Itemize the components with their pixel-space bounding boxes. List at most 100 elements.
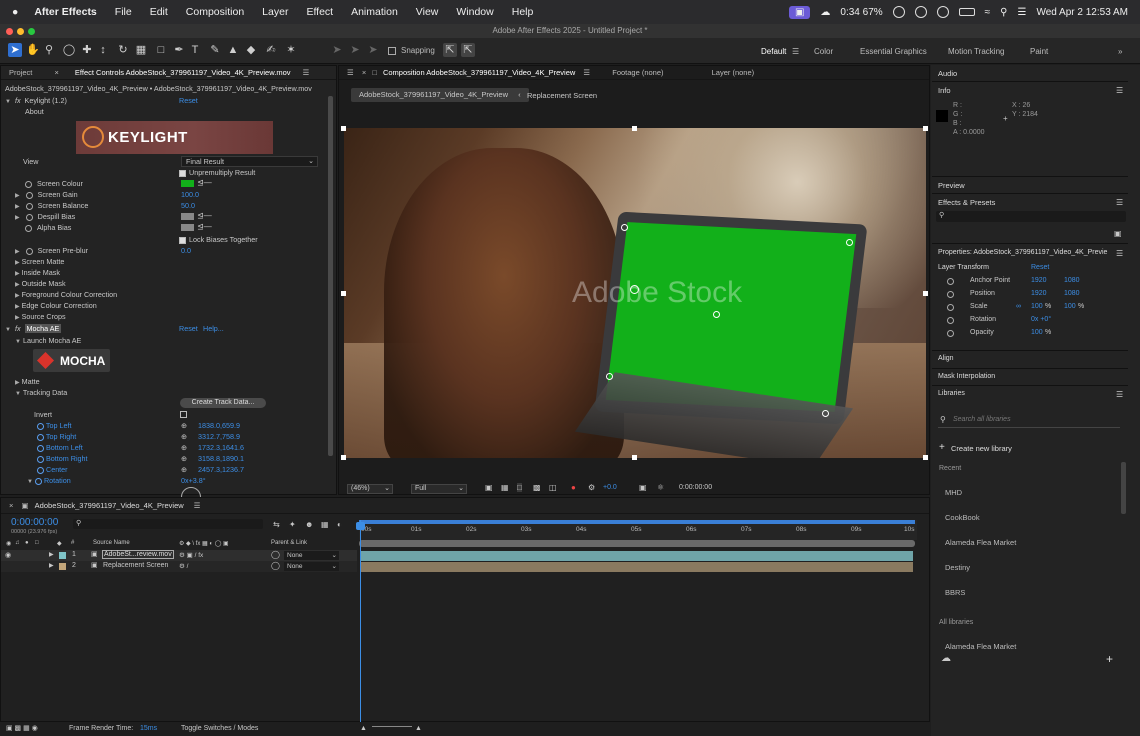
anchor-point-crosshair[interactable] <box>630 285 639 294</box>
panel-menu-icon[interactable]: ☰ <box>303 68 310 77</box>
snapshot-camera-icon[interactable]: ▣ <box>639 483 647 492</box>
view-dropdown[interactable]: Final Result ⌄ <box>181 156 318 167</box>
pen-tool-icon[interactable]: ✒ <box>172 43 186 57</box>
timeline-comp-tab[interactable]: AdobeStock_379961197_Video_4K_Preview <box>35 501 184 510</box>
footer-render-icon[interactable]: ▣ ▩ ▦ ◉ <box>6 722 38 736</box>
stopwatch-icon[interactable] <box>37 466 44 474</box>
stopwatch-icon[interactable] <box>37 455 44 463</box>
list-item[interactable]: Alameda Flea Market <box>945 642 1016 651</box>
control-center-icon[interactable]: ☰ <box>1017 7 1026 18</box>
eyedropper-icon[interactable]: ⊴— <box>197 211 212 220</box>
axis-view-icon[interactable]: ➤ <box>366 43 380 57</box>
keylight-effect-header[interactable]: ▼ fx Keylight (1.2) <box>5 95 67 106</box>
layer-switches-icons[interactable]: ⚙ / <box>179 562 188 570</box>
fg-colour-group[interactable]: ▶ Foreground Colour Correction <box>15 289 117 300</box>
timeline-scroll-bar[interactable] <box>359 540 915 547</box>
bottom-right-value[interactable]: 3158.8,1890.1 <box>198 453 244 464</box>
dolly-tool-icon[interactable]: ↕ <box>96 43 110 57</box>
color-channels-icon[interactable]: ● <box>571 483 576 492</box>
panel-menu-icon[interactable]: ☰ <box>1116 86 1123 95</box>
lock-biases-row[interactable]: Lock Biases Together <box>179 234 258 245</box>
app-menu[interactable]: After Effects <box>34 6 96 18</box>
layer-handle[interactable] <box>341 126 346 131</box>
position-y-value[interactable]: 1080 <box>1064 290 1080 297</box>
expand-triangle-icon[interactable]: ▶ <box>49 562 54 569</box>
draft-3d-icon[interactable]: ✦ <box>289 520 296 529</box>
crosshair-icon[interactable]: ⊕ <box>181 431 187 442</box>
panel-menu-icon[interactable]: ☰ <box>1116 249 1123 258</box>
label-color-swatch[interactable] <box>59 552 66 559</box>
exposure-value[interactable]: +0.0 <box>603 484 617 491</box>
datetime[interactable]: Wed Apr 2 12:53 AM <box>1036 7 1128 18</box>
pan-tool-icon[interactable]: ✚ <box>80 43 94 57</box>
layer-name[interactable]: AdobeSt...review.mov <box>102 550 174 559</box>
lock-icon[interactable]: □ <box>372 68 377 77</box>
mocha-effect-header[interactable]: ▼ fx Mocha AE <box>5 323 62 334</box>
tab-composition[interactable]: Composition AdobeStock_379961197_Video_4… <box>383 68 575 77</box>
expand-triangle-icon[interactable]: ▶ <box>15 380 20 386</box>
bottom-left-value[interactable]: 1732.3,1641.6 <box>198 442 244 453</box>
matte-group[interactable]: ▶ Matte <box>15 376 40 387</box>
frame-blending-icon[interactable]: ▦ <box>321 520 329 529</box>
tab-layer[interactable]: Layer (none) <box>712 68 755 77</box>
preview-panel-header[interactable]: Preview <box>938 181 965 190</box>
libraries-header[interactable]: Libraries <box>938 390 965 397</box>
rectangle-tool-icon[interactable]: □ <box>154 43 168 57</box>
alpha-bias-swatch[interactable] <box>181 224 194 231</box>
work-area-bar[interactable] <box>359 520 915 524</box>
collapse-triangle-icon[interactable]: ▼ <box>5 99 11 105</box>
menu-file[interactable]: File <box>115 6 132 18</box>
axis-local-icon[interactable]: ➤ <box>330 43 344 57</box>
mask-visibility-icon[interactable]: □ <box>517 483 522 492</box>
playhead[interactable] <box>360 520 361 723</box>
layer-handle[interactable] <box>923 291 928 296</box>
position-x-value[interactable]: 1920 <box>1031 290 1047 297</box>
menu-window[interactable]: Window <box>456 6 493 18</box>
expand-triangle-icon[interactable]: ▶ <box>15 193 20 199</box>
menu-help[interactable]: Help <box>512 6 534 18</box>
label-color-swatch[interactable] <box>59 563 66 570</box>
zoom-out-icon[interactable]: ▲ <box>360 722 367 736</box>
screen-matte-group[interactable]: ▶ Screen Matte <box>15 256 64 267</box>
pickwhip-icon[interactable]: ◯ <box>271 550 280 559</box>
crosshair-icon[interactable]: ⊕ <box>181 442 187 453</box>
zoom-slider[interactable] <box>372 726 412 727</box>
expand-triangle-icon[interactable]: ▶ <box>15 304 20 310</box>
constrain-proportions-icon[interactable]: ∞ <box>1016 303 1021 310</box>
expand-triangle-icon[interactable]: ▶ <box>49 551 54 558</box>
create-track-data-button[interactable]: Create Track Data... <box>180 398 266 408</box>
outside-mask-group[interactable]: ▶ Outside Mask <box>15 278 66 289</box>
corner-pin-bottom-left[interactable] <box>606 373 613 380</box>
tab-effect-controls[interactable]: Effect Controls AdobeStock_379961197_Vid… <box>75 68 291 77</box>
zoom-tool-icon[interactable]: ⚲ <box>42 43 56 57</box>
type-tool-icon[interactable]: T <box>188 43 202 57</box>
orbit-tool-icon[interactable]: ◯ <box>62 43 76 57</box>
panel-menu-icon[interactable]: ☰ <box>1116 390 1123 399</box>
brush-tool-icon[interactable]: ✎ <box>208 43 222 57</box>
menu-animation[interactable]: Animation <box>351 6 398 18</box>
stopwatch-icon[interactable] <box>947 317 954 324</box>
stopwatch-icon[interactable] <box>34 477 42 485</box>
rotate-tool-icon[interactable]: ↻ <box>116 43 130 57</box>
layer-handle[interactable] <box>923 455 928 460</box>
menu-view[interactable]: View <box>416 6 439 18</box>
list-item[interactable]: Alameda Flea Market <box>945 538 1016 547</box>
top-left-value[interactable]: 1838.0,659.9 <box>198 420 240 431</box>
workspace-default[interactable]: Default <box>761 47 786 56</box>
screen-preblur-value[interactable]: 0.0 <box>181 245 191 256</box>
parent-dropdown[interactable]: None ⌄ <box>284 562 339 571</box>
anchor-y-value[interactable]: 1080 <box>1064 277 1080 284</box>
center-value[interactable]: 2457.3,1236.7 <box>198 464 244 475</box>
menu-edit[interactable]: Edit <box>150 6 168 18</box>
audio-toggle-icon[interactable]: ♫ <box>15 540 20 546</box>
show-snapshot-icon[interactable]: ⚛ <box>657 483 664 492</box>
center-point-handle[interactable] <box>713 311 720 318</box>
panel-menu-icon[interactable]: ☰ <box>194 501 201 510</box>
stopwatch-icon[interactable] <box>25 224 32 232</box>
axis-world-icon[interactable]: ➤ <box>348 43 362 57</box>
tab-project[interactable]: Project <box>9 68 32 77</box>
audio-panel-header[interactable]: Audio <box>938 69 957 78</box>
workspace-paint[interactable]: Paint <box>1030 47 1048 56</box>
battery-status[interactable]: 0:34 67% <box>840 7 882 18</box>
panel-menu-icon[interactable]: ☰ <box>583 68 590 77</box>
